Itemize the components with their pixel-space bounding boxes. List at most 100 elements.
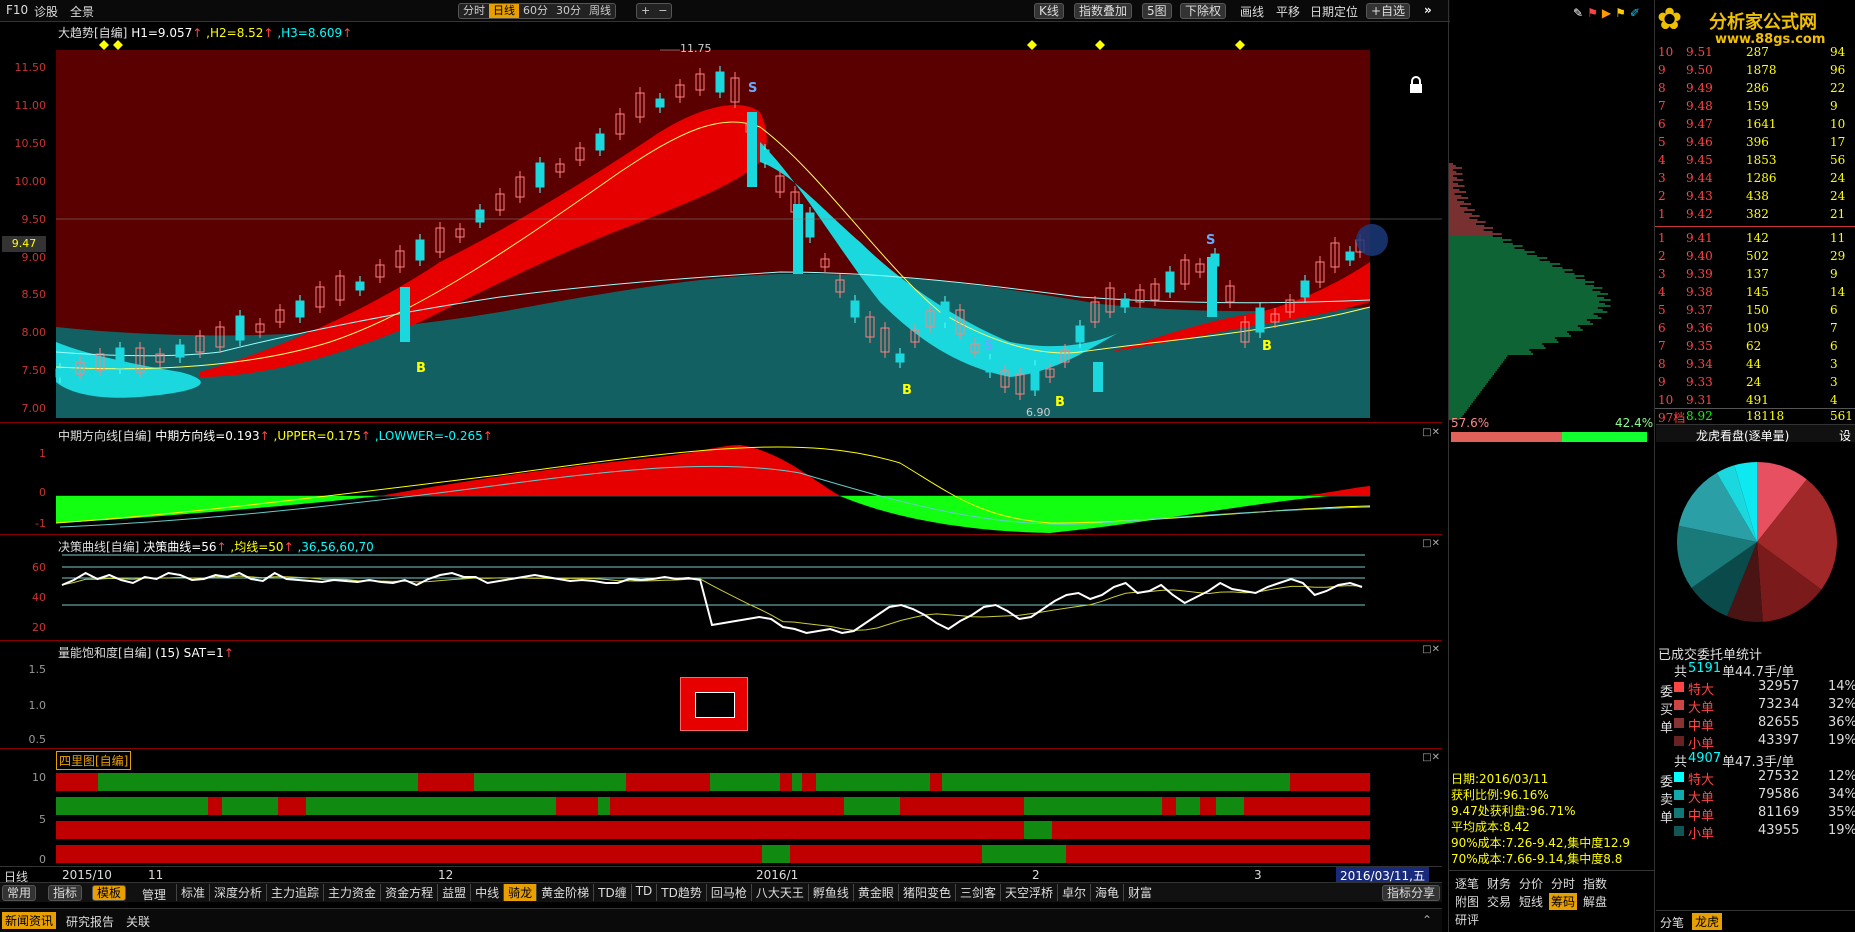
f10-button[interactable]: F10 [6, 3, 28, 17]
indicator-tab[interactable]: 黄金眼 [852, 884, 898, 901]
candle [355, 281, 365, 291]
chip-tab[interactable]: 短线 [1517, 893, 1545, 910]
orderbook-row[interactable]: 8 9.49 286 22 [1656, 80, 1854, 98]
indicator-tab[interactable]: TD趋势 [656, 884, 706, 901]
chip-tab[interactable]: 逐笔 [1453, 875, 1481, 892]
diagnose-button[interactable]: 诊股 [34, 3, 58, 20]
indicator-tab[interactable]: 海龟 [1090, 884, 1123, 901]
orderbook-row[interactable]: 8 9.34 44 3 [1656, 356, 1854, 374]
indicator-tab[interactable]: 三剑客 [954, 884, 1000, 901]
orderbook-row[interactable]: 4 9.45 1853 56 [1656, 152, 1854, 170]
period-tab[interactable]: 60分 [519, 4, 552, 18]
draw-line-button[interactable]: 画线 [1240, 3, 1264, 20]
manage-button[interactable]: 管理 [142, 886, 166, 903]
mid-direction-chart[interactable] [0, 423, 1442, 535]
five-chart-dropdown[interactable]: 5图 [1142, 3, 1172, 19]
orderbook-row[interactable]: 1 9.42 382 21 [1656, 206, 1854, 224]
orderbook-row[interactable]: 5 9.37 150 6 [1656, 302, 1854, 320]
pan-button[interactable]: 平移 [1276, 3, 1300, 20]
orderbook-row[interactable]: 9 9.33 24 3 [1656, 374, 1854, 392]
flag-yellow-icon[interactable]: ⚑ [1615, 6, 1626, 20]
orderbook-row[interactable]: 7 9.48 159 9 [1656, 98, 1854, 116]
orderbook-row[interactable]: 2 9.40 502 29 [1656, 248, 1854, 266]
period-tab[interactable]: 周线 [585, 4, 615, 18]
add-watchlist-button[interactable]: +自选 [1366, 3, 1411, 19]
common-dropdown[interactable]: 常用 [2, 885, 37, 901]
related-tab[interactable]: 关联 [126, 913, 150, 930]
indicator-tab[interactable]: TD [630, 884, 657, 901]
indicator-tab[interactable]: 孵鱼线 [807, 884, 853, 901]
date-locate-button[interactable]: 日期定位 [1310, 3, 1358, 20]
buy-signal: B [902, 383, 912, 398]
stat-row: 特大 32957 14% [1674, 678, 1855, 698]
news-tab[interactable]: 新闻资讯 [2, 912, 57, 929]
indicator-tab[interactable]: TD缠 [593, 884, 631, 901]
indicator-tab[interactable]: 标准 [176, 884, 209, 901]
chip-tab[interactable]: 研评 [1453, 911, 1481, 928]
chip-tab[interactable]: 解盘 [1581, 893, 1609, 910]
orderbook-row[interactable]: 2 9.43 438 24 [1656, 188, 1854, 206]
indicator-tab[interactable]: 资金方程 [380, 884, 437, 901]
pencil-icon[interactable]: ✎ [1573, 6, 1583, 20]
chip-tab[interactable]: 附图 [1453, 893, 1481, 910]
indicator-tab[interactable]: 中线 [470, 884, 503, 901]
four-line-segment [710, 773, 780, 791]
orderbook-row[interactable]: 5 9.46 396 17 [1656, 134, 1854, 152]
period-tab-active[interactable]: 日线 [489, 4, 519, 18]
period-tab[interactable]: 分时 [459, 4, 489, 18]
candle [595, 133, 605, 151]
indicator-tab[interactable]: 卓尔 [1056, 884, 1090, 901]
kline-dropdown[interactable]: K线 [1034, 3, 1064, 19]
indicator-tab[interactable]: 回马枪 [705, 884, 751, 901]
chip-tab[interactable]: 指数 [1581, 875, 1609, 892]
orderbook-row[interactable]: 4 9.38 145 14 [1656, 284, 1854, 302]
indicator-tab[interactable]: 骑龙 [503, 884, 537, 901]
panel-controls[interactable]: □✕ [1422, 644, 1440, 655]
chip-tab[interactable]: 财务 [1485, 875, 1513, 892]
orderbook-row[interactable]: 3 9.44 1286 24 [1656, 170, 1854, 188]
indicator-tab[interactable]: 黄金阶梯 [536, 884, 593, 901]
four-line-segment [816, 773, 930, 791]
indicator-tab[interactable]: 主力追踪 [266, 884, 323, 901]
main-price-chart[interactable]: 11.75 6.90 S S S B B B B [0, 22, 1442, 422]
period-tab[interactable]: 30分 [552, 4, 585, 18]
orderbook-row[interactable]: 3 9.39 137 9 [1656, 266, 1854, 284]
indicator-tab[interactable]: 猪阳变色 [897, 884, 955, 901]
collapse-icon[interactable]: ⌃ [1422, 913, 1432, 927]
brush-icon[interactable]: ✐ [1630, 6, 1640, 20]
orderbook-row[interactable]: 7 9.35 62 6 [1656, 338, 1854, 356]
index-overlay-dropdown[interactable]: 指数叠加 [1074, 3, 1133, 19]
orderbook-row[interactable]: 10 9.51 287 94 [1656, 44, 1854, 62]
four-line-segment [56, 821, 1024, 839]
chip-tab[interactable]: 交易 [1485, 893, 1513, 910]
flag-red-icon[interactable]: ⚑ [1587, 6, 1598, 20]
zoom-in-button[interactable]: + [637, 4, 654, 18]
indicator-tab[interactable]: 主力资金 [323, 884, 380, 901]
decision-curve-chart[interactable] [0, 535, 1442, 641]
template-dropdown[interactable]: 模板 [92, 885, 127, 901]
collapse-icon[interactable]: » [1424, 3, 1432, 17]
orderbook-row[interactable]: 1 9.41 142 11 [1656, 230, 1854, 248]
indicator-dropdown[interactable]: 指标 [48, 885, 83, 901]
orderbook-row[interactable]: 6 9.47 1641 10 [1656, 116, 1854, 134]
chip-tab[interactable]: 分时 [1549, 875, 1577, 892]
four-line-chart[interactable] [0, 749, 1442, 869]
chip-tab[interactable]: 分价 [1517, 875, 1545, 892]
zoom-out-button[interactable]: − [654, 4, 671, 18]
indicator-tab[interactable]: 益盟 [437, 884, 470, 901]
exright-dropdown[interactable]: 下除权 [1180, 3, 1227, 19]
play-icon[interactable]: ▶ [1602, 6, 1611, 20]
orderbook-row[interactable]: 6 9.36 109 7 [1656, 320, 1854, 338]
orderbook-row[interactable]: 9 9.50 1878 96 [1656, 62, 1854, 80]
research-tab[interactable]: 研究报告 [66, 913, 114, 930]
indicator-tab[interactable]: 财富 [1123, 884, 1156, 901]
indicator-tab[interactable]: 八大天王 [750, 884, 808, 901]
indicator-name[interactable]: 量能饱和度[自编] [58, 646, 151, 660]
four-line-segment [1176, 797, 1200, 815]
share-indicator-button[interactable]: 指标分享 [1382, 885, 1441, 901]
indicator-tab[interactable]: 天空浮桥 [999, 884, 1057, 901]
chip-tab[interactable]: 筹码 [1549, 893, 1578, 910]
indicator-tab[interactable]: 深度分析 [209, 884, 266, 901]
settings-button[interactable]: 设 [1839, 427, 1851, 444]
panorama-button[interactable]: 全景 [70, 3, 94, 20]
